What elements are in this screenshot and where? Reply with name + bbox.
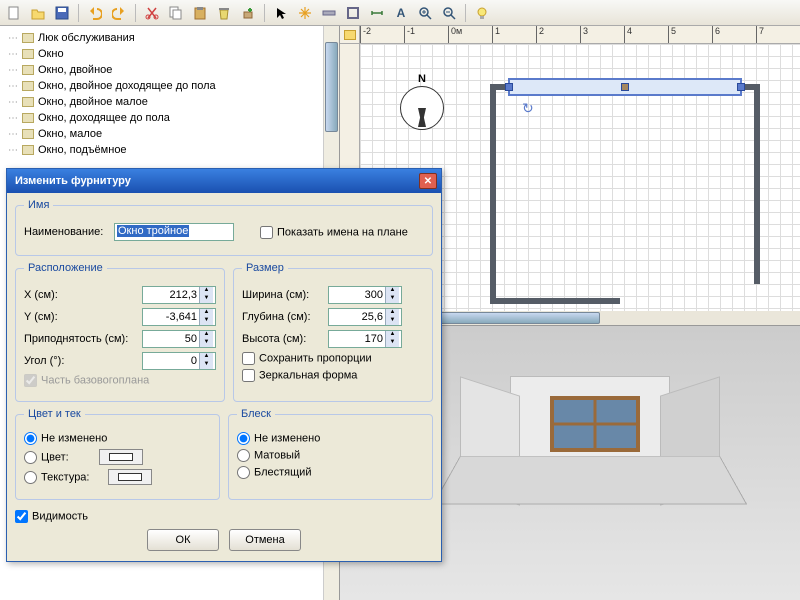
tree-item[interactable]: ⋯Окно, двойное доходящее до пола bbox=[2, 78, 337, 94]
folder-icon bbox=[344, 30, 356, 40]
baseplan-checkbox: Часть базовогоплана bbox=[24, 374, 149, 387]
delete-icon[interactable] bbox=[214, 3, 234, 23]
keep-proportions-checkbox[interactable]: Сохранить пропорции bbox=[242, 352, 372, 365]
pan-icon[interactable] bbox=[295, 3, 315, 23]
undo-icon[interactable] bbox=[85, 3, 105, 23]
y-spinner[interactable]: ▲▼ bbox=[142, 308, 216, 326]
add-furniture-icon[interactable] bbox=[238, 3, 258, 23]
wall-tool-icon[interactable] bbox=[319, 3, 339, 23]
modify-furniture-dialog: Изменить фурнитуру ✕ Имя Наименование: О… bbox=[6, 168, 442, 562]
show-names-checkbox[interactable]: Показать имена на плане bbox=[260, 226, 408, 239]
tree-item[interactable]: ⋯Люк обслуживания bbox=[2, 30, 337, 46]
shine-unchanged-radio[interactable]: Не изменено bbox=[237, 432, 320, 445]
width-spinner[interactable]: ▲▼ bbox=[328, 286, 402, 304]
visibility-checkbox[interactable]: Видимость bbox=[15, 510, 88, 523]
dialog-titlebar[interactable]: Изменить фурнитуру ✕ bbox=[7, 169, 441, 193]
compass-icon bbox=[400, 86, 444, 130]
new-icon[interactable] bbox=[4, 3, 24, 23]
color-radio[interactable]: Цвет: bbox=[24, 451, 69, 464]
tree-item[interactable]: ⋯Окно, двойное малое bbox=[2, 94, 337, 110]
name-group: Имя Наименование: Окно тройное Показать … bbox=[15, 199, 433, 256]
zoom-in-icon[interactable] bbox=[415, 3, 435, 23]
ok-button[interactable]: ОК bbox=[147, 529, 219, 551]
ruler-horizontal: -2-10м1234567 bbox=[360, 26, 800, 44]
color-picker-button[interactable] bbox=[99, 449, 143, 465]
bulb-icon[interactable] bbox=[472, 3, 492, 23]
resize-handle[interactable] bbox=[621, 83, 629, 91]
name-input[interactable]: Окно тройное bbox=[117, 225, 189, 237]
resize-handle[interactable] bbox=[505, 83, 513, 91]
dialog-title: Изменить фурнитуру bbox=[15, 175, 131, 187]
tree-item[interactable]: ⋯Окно, подъёмное bbox=[2, 142, 337, 158]
paste-icon[interactable] bbox=[190, 3, 210, 23]
main-toolbar: A bbox=[0, 0, 800, 26]
copy-icon[interactable] bbox=[166, 3, 186, 23]
cut-icon[interactable] bbox=[142, 3, 162, 23]
selected-window-object[interactable]: ↻ bbox=[508, 78, 742, 96]
tree-item[interactable]: ⋯Окно, двойное bbox=[2, 62, 337, 78]
cancel-button[interactable]: Отмена bbox=[229, 529, 301, 551]
window-3d bbox=[550, 396, 640, 452]
rotate-handle-icon[interactable]: ↻ bbox=[522, 100, 534, 117]
elevation-spinner[interactable]: ▲▼ bbox=[142, 330, 216, 348]
pointer-icon[interactable] bbox=[271, 3, 291, 23]
angle-spinner[interactable]: ▲▼ bbox=[142, 352, 216, 370]
height-spinner[interactable]: ▲▼ bbox=[328, 330, 402, 348]
zoom-out-icon[interactable] bbox=[439, 3, 459, 23]
matte-radio[interactable]: Матовый bbox=[237, 449, 300, 462]
save-icon[interactable] bbox=[52, 3, 72, 23]
ruler-corner bbox=[340, 26, 360, 44]
depth-spinner[interactable]: ▲▼ bbox=[328, 308, 402, 326]
x-spinner[interactable]: ▲▼ bbox=[142, 286, 216, 304]
color-unchanged-radio[interactable]: Не изменено bbox=[24, 432, 107, 445]
shine-group: Блеск Не изменено Матовый Блестящий bbox=[228, 408, 433, 500]
resize-handle[interactable] bbox=[737, 83, 745, 91]
tree-item[interactable]: ⋯Окно, малое bbox=[2, 126, 337, 142]
close-icon[interactable]: ✕ bbox=[419, 173, 437, 189]
dimension-tool-icon[interactable] bbox=[367, 3, 387, 23]
tree-item[interactable]: ⋯Окно bbox=[2, 46, 337, 62]
texture-picker-button[interactable] bbox=[108, 469, 152, 485]
furniture-tree[interactable]: ⋯Люк обслуживания ⋯Окно ⋯Окно, двойное ⋯… bbox=[0, 26, 339, 162]
open-icon[interactable] bbox=[28, 3, 48, 23]
redo-icon[interactable] bbox=[109, 3, 129, 23]
room-3d bbox=[460, 366, 720, 536]
color-group: Цвет и тек Не изменено Цвет: Текстура: bbox=[15, 408, 220, 500]
shiny-radio[interactable]: Блестящий bbox=[237, 466, 311, 479]
texture-radio[interactable]: Текстура: bbox=[24, 471, 90, 484]
size-group: Размер Ширина (см):▲▼ Глубина (см):▲▼ Вы… bbox=[233, 262, 433, 402]
text-tool-icon[interactable]: A bbox=[391, 3, 411, 23]
room-tool-icon[interactable] bbox=[343, 3, 363, 23]
tree-item[interactable]: ⋯Окно, доходящее до пола bbox=[2, 110, 337, 126]
mirror-checkbox[interactable]: Зеркальная форма bbox=[242, 369, 357, 382]
position-group: Расположение X (см):▲▼ Y (см):▲▼ Приподн… bbox=[15, 262, 225, 402]
room-outline[interactable]: ↻ bbox=[490, 84, 760, 304]
